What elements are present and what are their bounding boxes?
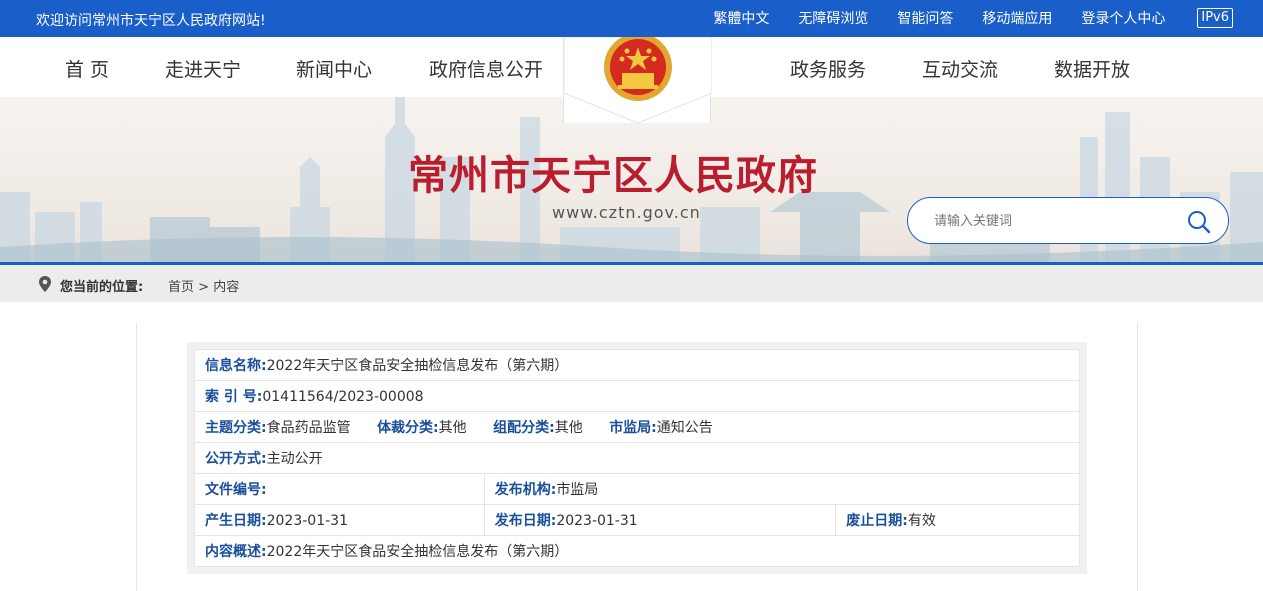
breadcrumb-current: 内容 (213, 280, 240, 295)
bureau-value: 通知公告 (656, 420, 713, 436)
nav-open-data[interactable]: 数据开放 (1054, 55, 1130, 82)
bureau-key: 市监局: (609, 420, 657, 436)
search-icon[interactable] (1186, 209, 1212, 235)
breadcrumb-label: 您当前的位置: (60, 280, 144, 295)
table-row: 信息名称:2022年天宁区食品安全抽检信息发布（第六期） (194, 349, 1080, 381)
breadcrumb: 首页 > 内容 (168, 276, 239, 295)
issuer-key: 发布机构: (494, 482, 557, 498)
welcome-text: 欢迎访问常州市天宁区人民政府网站! (36, 13, 266, 29)
search-input[interactable] (934, 211, 1174, 231)
info-name-value: 2022年天宁区食品安全抽检信息发布（第六期） (266, 358, 569, 374)
published-date-value: 2023-01-31 (556, 513, 638, 529)
table-row: 主题分类:食品药品监管 体裁分类:其他 组配分类:其他 市监局:通知公告 (194, 411, 1080, 443)
open-method-key: 公开方式: (205, 451, 267, 467)
index-no-key: 索 引 号: (205, 389, 263, 405)
summary-key: 内容概述: (205, 544, 267, 560)
open-method-value: 主动公开 (266, 451, 323, 467)
index-no-value: 01411564/2023-00008 (262, 389, 424, 405)
topic-key: 主题分类: (205, 420, 267, 436)
smart-qa-link[interactable]: 智能问答 (897, 8, 953, 28)
summary-value: 2022年天宁区食品安全抽检信息发布（第六期） (266, 544, 569, 560)
table-row: 索 引 号:01411564/2023-00008 (194, 380, 1080, 412)
created-date-key: 产生日期: (205, 513, 267, 529)
created-date-value: 2023-01-31 (266, 513, 348, 529)
genre-key: 体裁分类: (377, 420, 439, 436)
top-links: 繁體中文 无障碍浏览 智能问答 移动端应用 登录个人中心 IPv6 (684, 8, 1233, 28)
table-row: 产生日期:2023-01-31 发布日期:2023-01-31 废止日期:有效 (194, 504, 1080, 536)
nav-about-tianning[interactable]: 走进天宁 (165, 55, 241, 82)
national-emblem-icon[interactable] (564, 37, 712, 123)
emblem-tab (563, 37, 712, 123)
info-box: 信息名称:2022年天宁区食品安全抽检信息发布（第六期） 索 引 号:01411… (187, 342, 1087, 574)
nav-interaction[interactable]: 互动交流 (922, 55, 998, 82)
search-box (907, 197, 1229, 244)
top-bar: 欢迎访问常州市天宁区人民政府网站! 繁體中文 无障碍浏览 智能问答 移动端应用 … (0, 0, 1263, 37)
issuer-value: 市监局 (556, 482, 599, 498)
site-title: 常州市天宁区人民政府 (408, 152, 818, 199)
breadcrumb-home-link[interactable]: 首页 (168, 280, 194, 295)
expire-date-value: 有效 (907, 513, 936, 529)
genre-value: 其他 (438, 420, 467, 436)
table-row: 内容概述:2022年天宁区食品安全抽检信息发布（第六期） (194, 535, 1080, 567)
info-table: 信息名称:2022年天宁区食品安全抽检信息发布（第六期） 索 引 号:01411… (194, 349, 1081, 567)
ipv6-badge: IPv6 (1197, 8, 1233, 28)
login-link[interactable]: 登录个人中心 (1081, 8, 1165, 28)
published-date-key: 发布日期: (494, 513, 557, 529)
breadcrumb-separator: > (198, 280, 210, 295)
info-name-key: 信息名称: (205, 358, 267, 374)
mobile-app-link[interactable]: 移动端应用 (982, 8, 1052, 28)
group-key: 组配分类: (493, 420, 555, 436)
expire-date-key: 废止日期: (846, 513, 908, 529)
accessibility-link[interactable]: 无障碍浏览 (798, 8, 868, 28)
location-pin-icon (39, 276, 51, 292)
nav-news-center[interactable]: 新闻中心 (296, 55, 372, 82)
topic-value: 食品药品监管 (266, 420, 351, 436)
traditional-chinese-link[interactable]: 繁體中文 (713, 8, 769, 28)
table-row: 文件编号: 发布机构:市监局 (194, 473, 1081, 505)
nav-gov-info-open[interactable]: 政府信息公开 (429, 55, 543, 82)
breadcrumb-bar: 您当前的位置: 首页 > 内容 (0, 265, 1263, 302)
table-row: 公开方式:主动公开 (194, 442, 1080, 474)
nav-home[interactable]: 首 页 (65, 55, 109, 82)
site-url: www.cztn.gov.cn (552, 203, 701, 222)
nav-gov-services[interactable]: 政务服务 (790, 55, 866, 82)
group-value: 其他 (554, 420, 583, 436)
doc-no-key: 文件编号: (205, 482, 267, 498)
